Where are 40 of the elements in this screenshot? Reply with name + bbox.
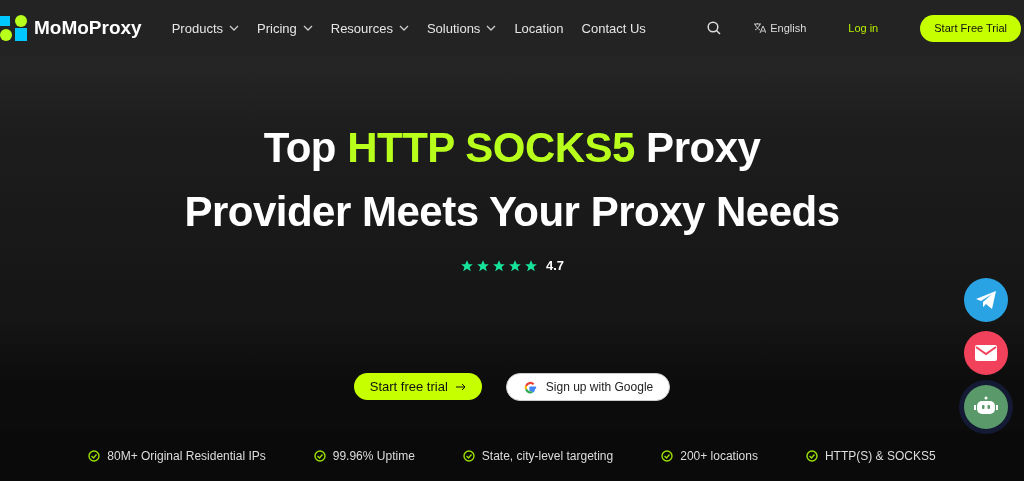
login-link[interactable]: Log in [848, 22, 879, 34]
google-icon [522, 379, 538, 395]
logo-icon [0, 14, 28, 42]
star-icon [491, 258, 506, 273]
start-trial-button[interactable]: Start Free Trial [920, 14, 1021, 42]
feature-text: HTTP(S) & SOCKS5 [824, 449, 936, 463]
arrow-right-icon [455, 382, 466, 391]
feature-text: State, city-level targeting [481, 449, 614, 463]
hero-headline: Top HTTP SOCKS5 Proxy Provider Meets Your Proxy Needs [184, 123, 840, 237]
check-circle-icon [661, 450, 674, 462]
start-trial-button[interactable]: Start free trial [353, 373, 482, 400]
language-selector[interactable]: English [753, 22, 807, 34]
chevron-down-icon [302, 25, 313, 31]
nav-link[interactable]: Products [171, 20, 239, 36]
check-circle-icon [88, 450, 101, 462]
feature-text: 99.96% Uptime [332, 449, 415, 463]
check-circle-icon [313, 450, 326, 462]
chevron-down-icon [229, 25, 239, 31]
google-signup-button[interactable]: Sign up with Google [505, 373, 671, 401]
rating-value: 4.7 [545, 258, 565, 273]
star-icon [507, 258, 522, 273]
check-circle-icon [805, 450, 818, 462]
feature-text: 80M+ Original Residential IPs [107, 449, 266, 463]
search-icon[interactable] [707, 21, 722, 35]
star-icon [475, 258, 490, 273]
envelope-icon [975, 345, 997, 361]
translate-icon [753, 22, 767, 34]
nav-link[interactable]: Location [514, 20, 564, 36]
brand-name[interactable]: MoMoProxy [34, 17, 142, 39]
chevron-down-icon [398, 25, 409, 31]
paper-plane-icon [975, 290, 997, 310]
nav-link[interactable]: Resources [330, 20, 409, 36]
check-circle-icon [462, 450, 475, 462]
nav-link[interactable]: Contact Us [581, 20, 646, 36]
nav-link[interactable]: Pricing [257, 20, 313, 36]
chevron-down-icon [486, 25, 497, 31]
feature-text: 200+ locations [680, 449, 758, 463]
star-icon [459, 258, 474, 273]
star-icon [523, 258, 538, 273]
nav-link[interactable]: Solutions [426, 20, 497, 36]
